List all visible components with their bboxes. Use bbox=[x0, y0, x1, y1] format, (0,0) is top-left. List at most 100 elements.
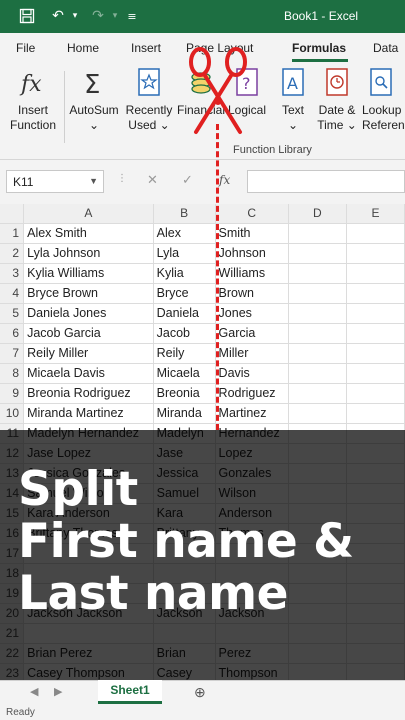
cell-d5[interactable] bbox=[288, 303, 347, 325]
redo-dropdown-icon[interactable]: ▾ bbox=[110, 8, 120, 25]
cell-d4[interactable] bbox=[288, 283, 347, 305]
cell-e2[interactable] bbox=[346, 243, 405, 265]
cell-d8[interactable] bbox=[288, 363, 347, 385]
cell-b9[interactable]: Breonia bbox=[153, 383, 216, 405]
more-options-icon: ⋮ bbox=[117, 173, 127, 184]
select-all-corner[interactable] bbox=[0, 204, 25, 225]
cell-e8[interactable] bbox=[346, 363, 405, 385]
cell-a2[interactable]: Lyla Johnson bbox=[23, 243, 154, 265]
row-header[interactable]: 2 bbox=[0, 243, 25, 265]
cell-d2[interactable] bbox=[288, 243, 347, 265]
next-sheet-icon[interactable]: ▶ bbox=[54, 685, 62, 698]
cell-c1[interactable]: Smith bbox=[215, 223, 289, 245]
cell-c6[interactable]: Garcia bbox=[215, 323, 289, 345]
cell-c8[interactable]: Davis bbox=[215, 363, 289, 385]
save-icon[interactable] bbox=[18, 8, 36, 25]
cell-e3[interactable] bbox=[346, 263, 405, 285]
cell-a1[interactable]: Alex Smith bbox=[23, 223, 154, 245]
enter-icon[interactable]: ✓ bbox=[182, 173, 193, 188]
customize-toolbar-icon[interactable]: ≡ bbox=[126, 8, 138, 25]
cell-b1[interactable]: Alex bbox=[153, 223, 216, 245]
fx-icon[interactable]: fx bbox=[219, 173, 230, 187]
row-header[interactable]: 6 bbox=[0, 323, 25, 345]
formula-input[interactable] bbox=[247, 170, 405, 193]
cell-c7[interactable]: Miller bbox=[215, 343, 289, 365]
cell-d1[interactable] bbox=[288, 223, 347, 245]
cell-d10[interactable] bbox=[288, 403, 347, 425]
headline-line-2: First name & bbox=[18, 514, 354, 569]
text-button[interactable]: A Text ⌄ bbox=[272, 67, 314, 133]
tab-data[interactable]: Data bbox=[373, 41, 398, 55]
column-header-c[interactable]: C bbox=[215, 204, 289, 225]
autosum-button[interactable]: Σ AutoSum ⌄ bbox=[68, 67, 120, 133]
column-header-b[interactable]: B bbox=[153, 204, 216, 225]
row-header[interactable]: 7 bbox=[0, 343, 25, 365]
recently-used-button[interactable]: Recently Used ⌄ bbox=[124, 67, 174, 133]
undo-icon[interactable]: ↶ bbox=[48, 8, 68, 25]
cell-d6[interactable] bbox=[288, 323, 347, 345]
cell-b8[interactable]: Micaela bbox=[153, 363, 216, 385]
row-header[interactable]: 4 bbox=[0, 283, 25, 305]
cell-a4[interactable]: Bryce Brown bbox=[23, 283, 154, 305]
cell-d7[interactable] bbox=[288, 343, 347, 365]
cell-c2[interactable]: Johnson bbox=[215, 243, 289, 265]
cell-a3[interactable]: Kylia Williams bbox=[23, 263, 154, 285]
row-header[interactable]: 1 bbox=[0, 223, 25, 245]
undo-dropdown-icon[interactable]: ▾ bbox=[70, 8, 80, 25]
cell-b4[interactable]: Bryce bbox=[153, 283, 216, 305]
row-header[interactable]: 10 bbox=[0, 403, 25, 425]
cell-c3[interactable]: Williams bbox=[215, 263, 289, 285]
cell-b2[interactable]: Lyla bbox=[153, 243, 216, 265]
row-header[interactable]: 3 bbox=[0, 263, 25, 285]
cell-b5[interactable]: Daniela bbox=[153, 303, 216, 325]
cell-e6[interactable] bbox=[346, 323, 405, 345]
cell-d3[interactable] bbox=[288, 263, 347, 285]
cell-c9[interactable]: Rodriguez bbox=[215, 383, 289, 405]
row-header[interactable]: 5 bbox=[0, 303, 25, 325]
column-header-d[interactable]: D bbox=[288, 204, 347, 225]
add-sheet-icon[interactable]: ⊕ bbox=[194, 684, 206, 701]
cell-b6[interactable]: Jacob bbox=[153, 323, 216, 345]
cell-e10[interactable] bbox=[346, 403, 405, 425]
column-header-e[interactable]: E bbox=[346, 204, 405, 225]
sheet-tab-sheet1[interactable]: Sheet1 bbox=[98, 680, 162, 704]
cell-e5[interactable] bbox=[346, 303, 405, 325]
cell-a7[interactable]: Reily Miller bbox=[23, 343, 154, 365]
tab-file[interactable]: File bbox=[16, 41, 35, 55]
svg-text:fx: fx bbox=[19, 72, 42, 97]
insert-function-button[interactable]: fx Insert Function bbox=[6, 67, 60, 133]
column-header-a[interactable]: A bbox=[23, 204, 154, 225]
cell-a8[interactable]: Micaela Davis bbox=[23, 363, 154, 385]
cell-e1[interactable] bbox=[346, 223, 405, 245]
cell-e4[interactable] bbox=[346, 283, 405, 305]
cancel-icon[interactable]: ✕ bbox=[147, 173, 158, 188]
name-box[interactable]: K11 ▼ bbox=[6, 170, 104, 193]
lookup-book-icon bbox=[368, 67, 405, 99]
cell-a5[interactable]: Daniela Jones bbox=[23, 303, 154, 325]
tab-insert[interactable]: Insert bbox=[131, 41, 161, 55]
cell-b10[interactable]: Miranda bbox=[153, 403, 216, 425]
row-header[interactable]: 9 bbox=[0, 383, 25, 405]
tab-formulas[interactable]: Formulas bbox=[292, 41, 346, 55]
date-time-button[interactable]: Date & Time ⌄ bbox=[314, 67, 360, 133]
cell-e7[interactable] bbox=[346, 343, 405, 365]
clock-book-icon bbox=[314, 67, 360, 99]
cell-c5[interactable]: Jones bbox=[215, 303, 289, 325]
cell-a6[interactable]: Jacob Garcia bbox=[23, 323, 154, 345]
cell-e9[interactable] bbox=[346, 383, 405, 405]
table-row: 5 Daniela Jones Daniela Jones bbox=[0, 303, 405, 325]
row-header[interactable]: 8 bbox=[0, 363, 25, 385]
redo-icon[interactable]: ↷ bbox=[88, 8, 108, 25]
scissors-icon bbox=[184, 44, 254, 136]
lookup-reference-button[interactable]: Lookup Reference bbox=[362, 67, 405, 133]
cell-b3[interactable]: Kylia bbox=[153, 263, 216, 285]
cell-a10[interactable]: Miranda Martinez bbox=[23, 403, 154, 425]
cell-b7[interactable]: Reily bbox=[153, 343, 216, 365]
cell-c4[interactable]: Brown bbox=[215, 283, 289, 305]
headline-line-3: Last name bbox=[18, 566, 288, 621]
cell-a9[interactable]: Breonia Rodriguez bbox=[23, 383, 154, 405]
prev-sheet-icon[interactable]: ◀ bbox=[30, 685, 38, 698]
cell-c10[interactable]: Martinez bbox=[215, 403, 289, 425]
tab-home[interactable]: Home bbox=[67, 41, 99, 55]
cell-d9[interactable] bbox=[288, 383, 347, 405]
